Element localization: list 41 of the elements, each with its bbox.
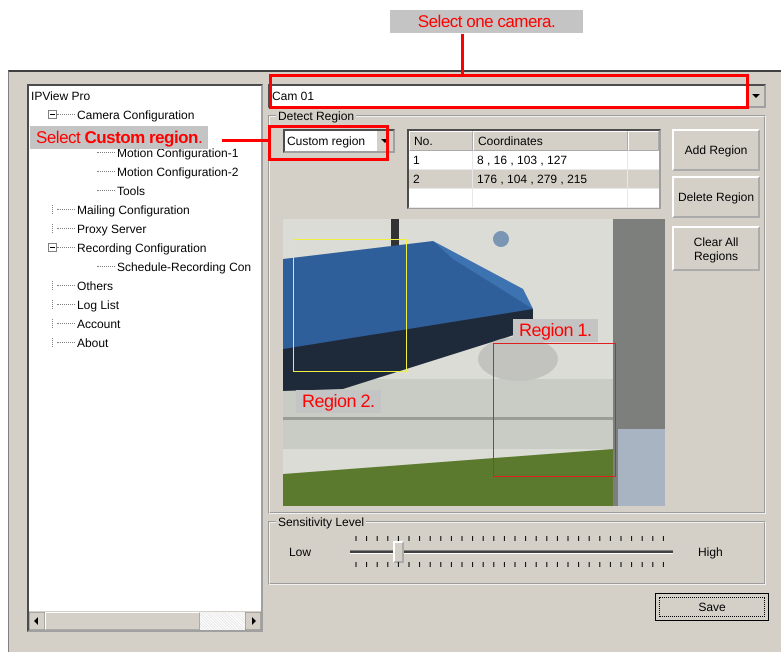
group-title: Detect Region (277, 110, 356, 122)
region-button[interactable]: Clear All Regions (672, 226, 760, 271)
tree-item[interactable]: Tools (117, 184, 146, 198)
camera-select[interactable]: Cam 01 (268, 84, 766, 108)
table-cell: 176 , 104 , 279 , 215 (473, 170, 628, 188)
callout-label: Select Custom region. (30, 126, 208, 149)
group-title: Sensitivity Level (277, 516, 366, 528)
leader-line (222, 139, 268, 142)
tree-item[interactable]: Recording Configuration (77, 240, 206, 254)
tree-item[interactable]: Camera Configuration (77, 108, 194, 122)
table-cell: 8 , 16 , 103 , 127 (473, 151, 628, 169)
tree-item[interactable]: Account (77, 316, 120, 330)
leader-line (461, 34, 464, 74)
tree-item[interactable]: Proxy Server (77, 222, 146, 236)
column-header[interactable]: No. (409, 131, 473, 151)
column-header[interactable]: Coordinates (473, 131, 628, 151)
region-button[interactable]: Add Region (672, 129, 760, 171)
table-row[interactable]: 2 176 , 104 , 279 , 215 (409, 170, 659, 189)
region-button[interactable]: Delete Region (672, 176, 760, 218)
high-label: High (697, 545, 724, 559)
callout-label: Region 1. (513, 319, 598, 342)
scroll-left-icon[interactable] (29, 612, 45, 630)
low-label: Low (288, 545, 312, 559)
tree-item[interactable]: About (77, 336, 108, 350)
collapse-icon[interactable] (48, 243, 57, 252)
tree-item[interactable]: Log List (77, 298, 120, 312)
table-cell: 2 (409, 170, 473, 188)
tree-item[interactable]: Schedule-Recording Con (117, 260, 252, 274)
collapse-icon[interactable] (48, 110, 57, 119)
tree-item[interactable]: Motion Configuration-2 (117, 164, 238, 178)
save-button[interactable]: Save (655, 593, 769, 621)
slider-thumb[interactable] (393, 541, 404, 563)
tree-item[interactable]: Mailing Configuration (77, 202, 190, 216)
scroll-right-icon[interactable] (245, 612, 261, 630)
callout-label: Region 2. (296, 390, 381, 413)
tree-item[interactable]: IPView Pro (30, 86, 261, 105)
tree-item[interactable]: Others (77, 278, 114, 292)
region-mode-select[interactable]: Custom region (283, 129, 395, 153)
table-cell: 1 (409, 151, 473, 169)
horizontal-scrollbar[interactable] (29, 611, 261, 630)
callout-label: Select one camera. (390, 10, 583, 33)
